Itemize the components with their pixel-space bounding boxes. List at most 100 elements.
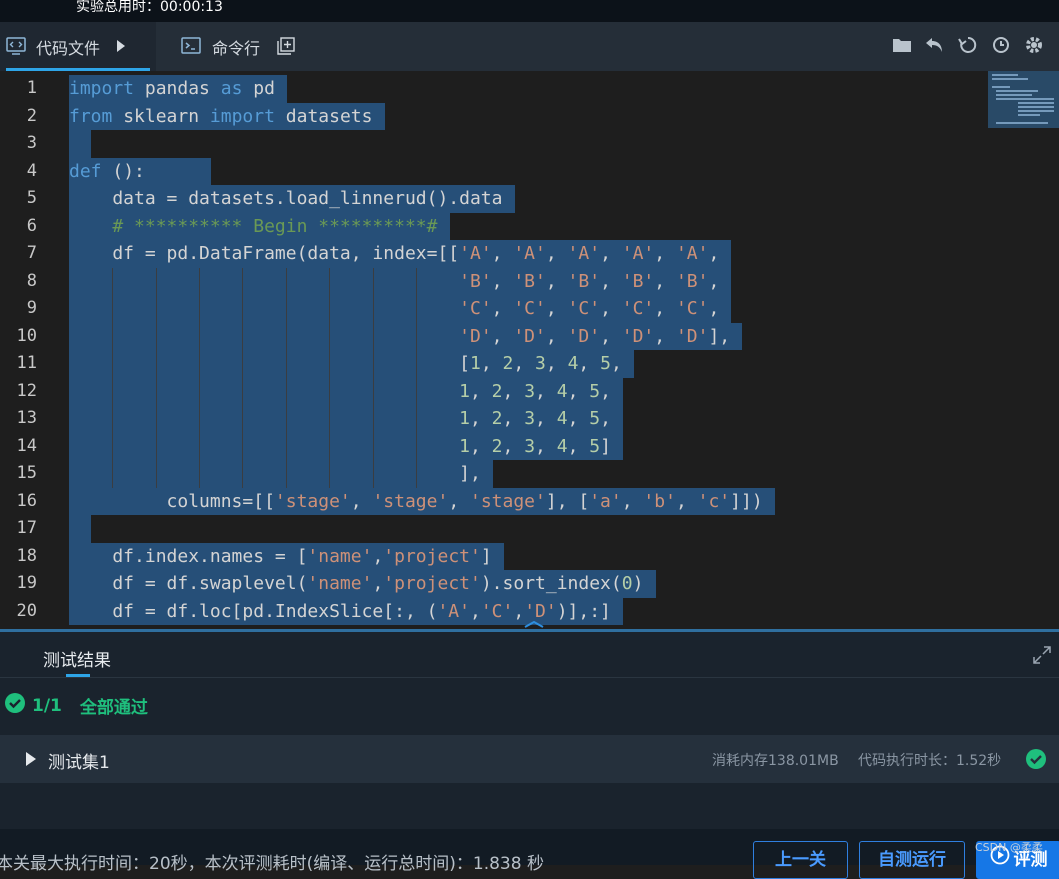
- code-text: 'B', 'B', 'B', 'B', 'B',: [459, 270, 720, 292]
- code-line[interactable]: 17: [0, 515, 1059, 543]
- line-number: 5: [26, 188, 37, 208]
- selection-highlight: [69, 130, 91, 158]
- tab-code-file-label: 代码文件: [36, 39, 101, 58]
- watermark: CSDN @柔柔: [975, 841, 1043, 854]
- code-editor[interactable]: 1 import pandas as pd 2 from sklearn import…: [0, 71, 1059, 631]
- self-test-run-button[interactable]: 自测运行: [859, 841, 965, 879]
- code-text: df.index.names = ['name','project']: [69, 545, 492, 567]
- code-text: 'D', 'D', 'D', 'D', 'D'],: [459, 325, 731, 347]
- code-line[interactable]: 5 data = datasets.load_linnerud().data: [0, 185, 1059, 213]
- code-text: 1, 2, 3, 4, 5]: [459, 435, 611, 457]
- code-line[interactable]: 12 1, 2, 3, 4, 5,: [0, 377, 1059, 405]
- tab-terminal-label: 命令行: [212, 39, 261, 58]
- line-number: 16: [16, 490, 37, 511]
- test-set-name: 测试集1: [48, 753, 110, 773]
- code-line[interactable]: 1 import pandas as pd: [0, 75, 1059, 103]
- code-text: import pandas as pd: [69, 78, 275, 99]
- expand-arrow-icon[interactable]: [26, 752, 36, 766]
- editor-toolbar: [891, 35, 1047, 57]
- line-number: 14: [16, 435, 37, 456]
- line-number: 15: [16, 463, 37, 483]
- code-line[interactable]: 2 from sklearn import datasets: [0, 102, 1059, 130]
- code-line[interactable]: 6 # ********** Begin **********#: [0, 212, 1059, 240]
- line-number: 9: [26, 298, 37, 318]
- indent-guide: [112, 267, 114, 488]
- code-text: 1, 2, 3, 4, 5,: [459, 380, 611, 402]
- elapsed-time: 实验总用时：00:00:13: [76, 0, 223, 15]
- results-divider: [0, 677, 1059, 678]
- pass-summary: 1/1 全部通过: [4, 692, 148, 719]
- code-text: # ********** Begin **********#: [69, 215, 438, 237]
- line-number: 3: [26, 133, 37, 153]
- evaluation-info: 本关最大执行时间：20秒，本次评测耗时(编译、运行总时间)：1.838 秒: [0, 854, 544, 874]
- line-number: 2: [26, 105, 37, 126]
- line-number: 4: [26, 160, 37, 181]
- top-status-bar: 实验总用时：00:00:13: [0, 0, 1059, 22]
- code-text: df = pd.DataFrame(data, index=[['A', 'A'…: [69, 243, 720, 264]
- code-text: df = df.swaplevel('name','project').sort…: [69, 573, 644, 594]
- indent-guide: [285, 267, 287, 488]
- add-terminal-icon[interactable]: [277, 37, 295, 55]
- pass-ratio: 1/1: [32, 695, 62, 716]
- code-file-icon: [6, 37, 26, 55]
- code-line[interactable]: 9 'C', 'C', 'C', 'C', 'C',: [0, 295, 1059, 323]
- line-number: 17: [16, 518, 37, 538]
- code-line[interactable]: 8 'B', 'B', 'B', 'B', 'B',: [0, 267, 1059, 295]
- line-number: 1: [26, 78, 37, 98]
- code-line[interactable]: 11 [1, 2, 3, 4, 5,: [0, 350, 1059, 378]
- code-line[interactable]: 10 'D', 'D', 'D', 'D', 'D'],: [0, 322, 1059, 350]
- line-number: 8: [26, 270, 37, 291]
- code-text: ],: [69, 463, 481, 484]
- tab-test-results[interactable]: 测试结果: [43, 646, 111, 671]
- code-line[interactable]: 19 df = df.swaplevel('name','project').s…: [0, 570, 1059, 598]
- refresh-icon[interactable]: [957, 35, 981, 57]
- code-text: data = datasets.load_linnerud().data: [69, 188, 503, 209]
- code-line[interactable]: 16 columns=[['stage', 'stage', 'stage'],…: [0, 487, 1059, 515]
- code-line[interactable]: 15 ],: [0, 460, 1059, 488]
- tab-terminal[interactable]: 命令行: [156, 22, 306, 71]
- code-line[interactable]: 18 df.index.names = ['name','project']: [0, 542, 1059, 570]
- caret-right-icon[interactable]: [117, 40, 125, 52]
- indent-guide: [242, 267, 244, 488]
- tab-code-file[interactable]: 代码文件: [0, 22, 156, 71]
- indent-guide: [199, 267, 201, 488]
- history-icon[interactable]: [990, 35, 1014, 57]
- footer-bar: 本关最大执行时间：20秒，本次评测耗时(编译、运行总时间)：1.838 秒 上一…: [0, 829, 1059, 879]
- line-number: 6: [26, 215, 37, 236]
- line-number: 20: [16, 600, 37, 621]
- code-text: columns=[['stage', 'stage', 'stage'], ['…: [69, 490, 763, 512]
- indent-guide: [415, 267, 417, 488]
- line-number: 13: [16, 408, 37, 428]
- code-line[interactable]: 7 df = pd.DataFrame(data, index=[['A', '…: [0, 240, 1059, 268]
- indent-guide: [155, 267, 157, 488]
- test-set-row[interactable]: 测试集1 消耗内存138.01MB 代码执行时长：1.52秒: [0, 735, 1059, 783]
- folder-icon[interactable]: [891, 35, 915, 57]
- pass-message: 全部通过: [79, 698, 148, 718]
- code-line[interactable]: 13 1, 2, 3, 4, 5,: [0, 405, 1059, 433]
- line-number: 12: [16, 380, 37, 401]
- code-line[interactable]: 4 def ():: [0, 157, 1059, 185]
- code-text: 1, 2, 3, 4, 5,: [459, 408, 611, 429]
- indent-guide: [329, 267, 331, 488]
- indent-guide: [372, 267, 374, 488]
- code-text: from sklearn import datasets: [69, 105, 373, 127]
- code-text: 'C', 'C', 'C', 'C', 'C',: [459, 298, 720, 319]
- settings-icon[interactable]: [1023, 35, 1047, 57]
- code-text: def ():: [69, 160, 145, 182]
- check-circle-icon: [4, 692, 26, 719]
- code-line[interactable]: 14 1, 2, 3, 4, 5]: [0, 432, 1059, 460]
- line-number: 7: [26, 243, 37, 263]
- undo-icon[interactable]: [924, 35, 948, 57]
- code-text: [1, 2, 3, 4, 5,: [69, 353, 622, 374]
- execution-duration: 代码执行时长：1.52秒: [858, 753, 1002, 769]
- memory-usage: 消耗内存138.01MB: [712, 753, 839, 769]
- success-check-icon: [1025, 748, 1047, 770]
- prev-level-button[interactable]: 上一关: [753, 841, 848, 879]
- code-line[interactable]: 3: [0, 130, 1059, 158]
- expand-icon[interactable]: [1033, 646, 1051, 664]
- line-number: 10: [16, 325, 37, 346]
- line-number: 19: [16, 573, 37, 593]
- terminal-icon: [181, 36, 201, 56]
- selection-highlight: [69, 515, 91, 543]
- line-number: 18: [16, 545, 37, 566]
